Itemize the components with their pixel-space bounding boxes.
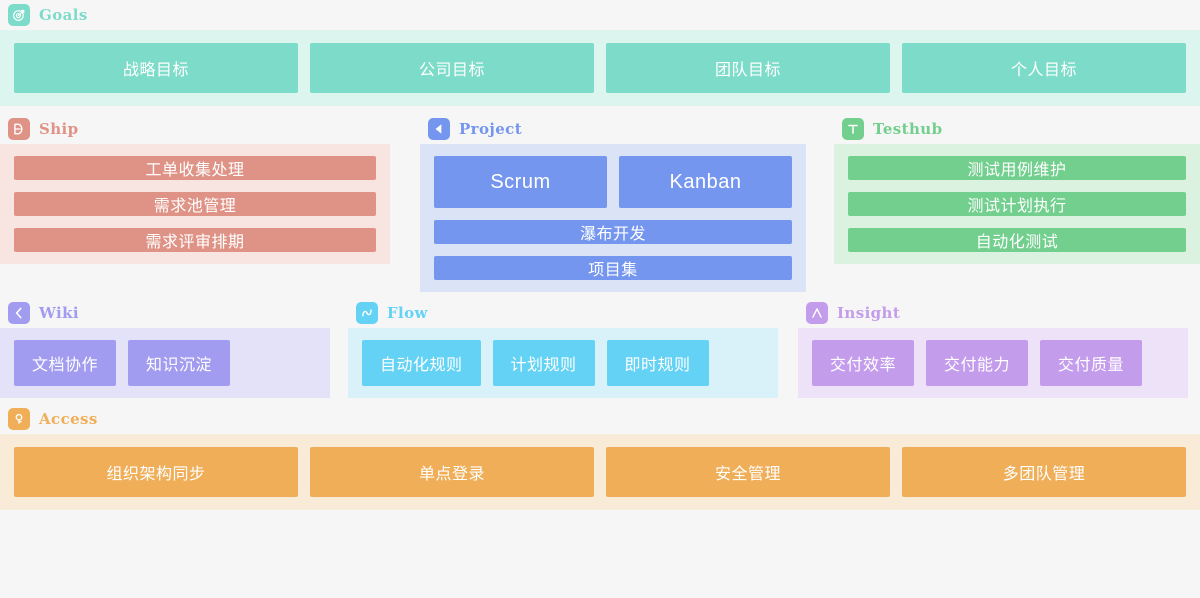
wiki-tile[interactable]: 文档协作: [14, 340, 117, 386]
testhub-tile[interactable]: 自动化测试: [848, 228, 1186, 252]
section-header-insight: Insight: [798, 298, 1188, 328]
wave-icon: [356, 302, 378, 324]
ship-tile[interactable]: 工单收集处理: [14, 156, 376, 180]
wiki-tile-band: 文档协作 知识沉淀: [0, 328, 330, 398]
section-header-flow: Flow: [348, 298, 778, 328]
section-flow: Flow 自动化规则 计划规则 即时规则: [348, 298, 778, 398]
section-title-flow: Flow: [387, 304, 428, 322]
triangle-left-icon: [428, 118, 450, 140]
insight-tile[interactable]: 交付能力: [926, 340, 1029, 386]
product-capability-map: Goals 战略目标 公司目标 团队目标 个人目标 Ship 工单收集处理 需求…: [0, 0, 1200, 598]
insight-tile[interactable]: 交付效率: [812, 340, 915, 386]
ship-tile[interactable]: 需求评审排期: [14, 228, 376, 252]
chevron-left-icon: [8, 302, 30, 324]
section-title-testhub: Testhub: [873, 120, 943, 138]
project-tile-pair: Scrum Kanban: [434, 156, 792, 208]
key-icon: [8, 408, 30, 430]
testhub-tile[interactable]: 测试计划执行: [848, 192, 1186, 216]
project-tile[interactable]: 瀑布开发: [434, 220, 792, 244]
section-title-goals: Goals: [39, 6, 88, 24]
access-tile-band: 组织架构同步 单点登录 安全管理 多团队管理: [0, 434, 1200, 510]
section-ship: Ship 工单收集处理 需求池管理 需求评审排期: [0, 112, 390, 292]
project-tile-stack: Scrum Kanban 瀑布开发 项目集: [420, 144, 806, 292]
middle-row: Ship 工单收集处理 需求池管理 需求评审排期 Project Scrum K…: [0, 112, 1200, 292]
section-header-goals: Goals: [0, 0, 1200, 30]
project-tile[interactable]: Kanban: [619, 156, 792, 208]
goals-tile-band: 战略目标 公司目标 团队目标 个人目标: [0, 30, 1200, 106]
target-icon: [8, 4, 30, 26]
section-title-wiki: Wiki: [39, 304, 79, 322]
wiki-tile[interactable]: 知识沉淀: [128, 340, 231, 386]
goals-tile[interactable]: 公司目标: [310, 43, 594, 93]
section-header-testhub: Testhub: [834, 114, 1200, 144]
ship-tile-stack: 工单收集处理 需求池管理 需求评审排期: [0, 144, 390, 264]
flow-tile-band: 自动化规则 计划规则 即时规则: [348, 328, 778, 398]
ship-arrow-icon: [8, 118, 30, 140]
access-tile[interactable]: 安全管理: [606, 447, 890, 497]
access-tile[interactable]: 组织架构同步: [14, 447, 298, 497]
section-header-access: Access: [0, 404, 1200, 434]
section-title-ship: Ship: [39, 120, 79, 138]
lambda-icon: [806, 302, 828, 324]
section-access: Access 组织架构同步 单点登录 安全管理 多团队管理: [0, 404, 1200, 510]
testhub-tile[interactable]: 测试用例维护: [848, 156, 1186, 180]
section-wiki: Wiki 文档协作 知识沉淀: [0, 298, 330, 398]
flow-tile[interactable]: 自动化规则: [362, 340, 481, 386]
testhub-tile-stack: 测试用例维护 测试计划执行 自动化测试: [834, 144, 1200, 264]
small-row: Wiki 文档协作 知识沉淀 Flow 自动化规则 计划规则 即时规则 Insi…: [0, 298, 1200, 398]
project-tile[interactable]: Scrum: [434, 156, 607, 208]
goals-tile[interactable]: 个人目标: [902, 43, 1186, 93]
section-header-ship: Ship: [0, 114, 390, 144]
ship-tile[interactable]: 需求池管理: [14, 192, 376, 216]
section-header-wiki: Wiki: [0, 298, 330, 328]
flow-tile[interactable]: 即时规则: [606, 340, 709, 386]
section-testhub: Testhub 测试用例维护 测试计划执行 自动化测试: [834, 112, 1200, 292]
insight-tile[interactable]: 交付质量: [1040, 340, 1143, 386]
section-insight: Insight 交付效率 交付能力 交付质量: [798, 298, 1188, 398]
project-tile[interactable]: 项目集: [434, 256, 792, 280]
section-title-project: Project: [459, 120, 523, 138]
access-tile[interactable]: 多团队管理: [902, 447, 1186, 497]
section-header-project: Project: [420, 114, 806, 144]
insight-tile-band: 交付效率 交付能力 交付质量: [798, 328, 1188, 398]
access-tile[interactable]: 单点登录: [310, 447, 594, 497]
section-title-access: Access: [39, 410, 98, 428]
flow-tile[interactable]: 计划规则: [492, 340, 595, 386]
section-title-insight: Insight: [837, 304, 901, 322]
goals-tile[interactable]: 战略目标: [14, 43, 298, 93]
section-project: Project Scrum Kanban 瀑布开发 项目集: [420, 112, 806, 292]
letter-t-icon: [842, 118, 864, 140]
goals-tile[interactable]: 团队目标: [606, 43, 890, 93]
section-goals: Goals 战略目标 公司目标 团队目标 个人目标: [0, 0, 1200, 106]
